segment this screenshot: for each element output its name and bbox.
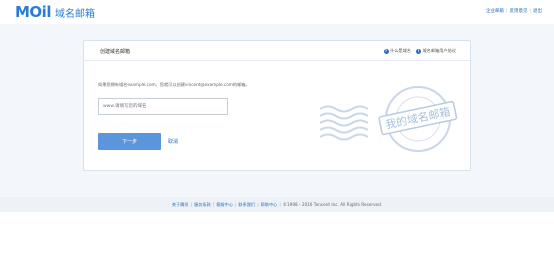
info-icon: i [415, 48, 421, 54]
next-step-button[interactable]: 下一步 [98, 133, 161, 150]
domain-mailbox-stamp: 我的域名邮箱 [319, 86, 458, 152]
help-user-agreement[interactable]: i 域名邮箱用户协议 [415, 48, 456, 54]
card-title: 创建域名邮箱 [100, 49, 131, 55]
logo-subtitle: 域名邮箱 [54, 8, 95, 20]
divider: | [190, 202, 193, 207]
divider: | [279, 202, 281, 207]
divider: | [212, 202, 215, 207]
top-link-enterprise-mail[interactable]: 企业邮箱 [486, 8, 504, 14]
top-link-logout[interactable]: 退出 [533, 8, 542, 14]
logo-wordmark: MOil [15, 3, 51, 21]
help-what-is-domain-label: 什么是域名 [390, 48, 411, 53]
footer-link-support[interactable]: 客服中心 [216, 202, 233, 208]
create-domain-card: 创建域名邮箱 ? 什么是域名 i 域名邮箱用户协议 如果您拥有域名example… [83, 40, 471, 171]
footer: 关于腾讯 | 服务条款 | 客服中心 | 联系我们 | 帮助中心 | ©1998… [0, 197, 554, 212]
domain-input[interactable] [98, 98, 228, 115]
footer-copyright: ©1998 - 2016 Tencent Inc. All Rights Res… [282, 202, 383, 207]
top-links: 企业邮箱 | 反馈意见 | 退出 [486, 8, 542, 15]
help-user-agreement-label: 域名邮箱用户协议 [422, 48, 456, 53]
description-text: 如果您拥有域名example.com，您就可以创建vincent@example… [98, 82, 250, 87]
card-header: 创建域名邮箱 ? 什么是域名 i 域名邮箱用户协议 [84, 41, 470, 61]
divider: | [257, 202, 259, 207]
footer-link-contact[interactable]: 联系我们 [238, 202, 255, 208]
divider: | [529, 8, 531, 14]
help-what-is-domain[interactable]: ? 什么是域名 [383, 48, 411, 54]
top-link-feedback[interactable]: 反馈意见 [509, 8, 527, 14]
header: MOil 域名邮箱 企业邮箱 | 反馈意见 | 退出 [0, 0, 554, 24]
cancel-link[interactable]: 取消 [168, 138, 178, 145]
divider: | [505, 8, 508, 14]
logo[interactable]: MOil 域名邮箱 [15, 3, 95, 21]
footer-link-help[interactable]: 帮助中心 [261, 202, 278, 208]
question-icon: ? [383, 48, 389, 54]
footer-link-terms[interactable]: 服务条款 [194, 202, 211, 208]
postmark-waves [319, 105, 369, 141]
divider: | [235, 202, 237, 207]
help-links: ? 什么是域名 i 域名邮箱用户协议 [383, 48, 456, 54]
footer-link-about[interactable]: 关于腾讯 [172, 202, 189, 208]
